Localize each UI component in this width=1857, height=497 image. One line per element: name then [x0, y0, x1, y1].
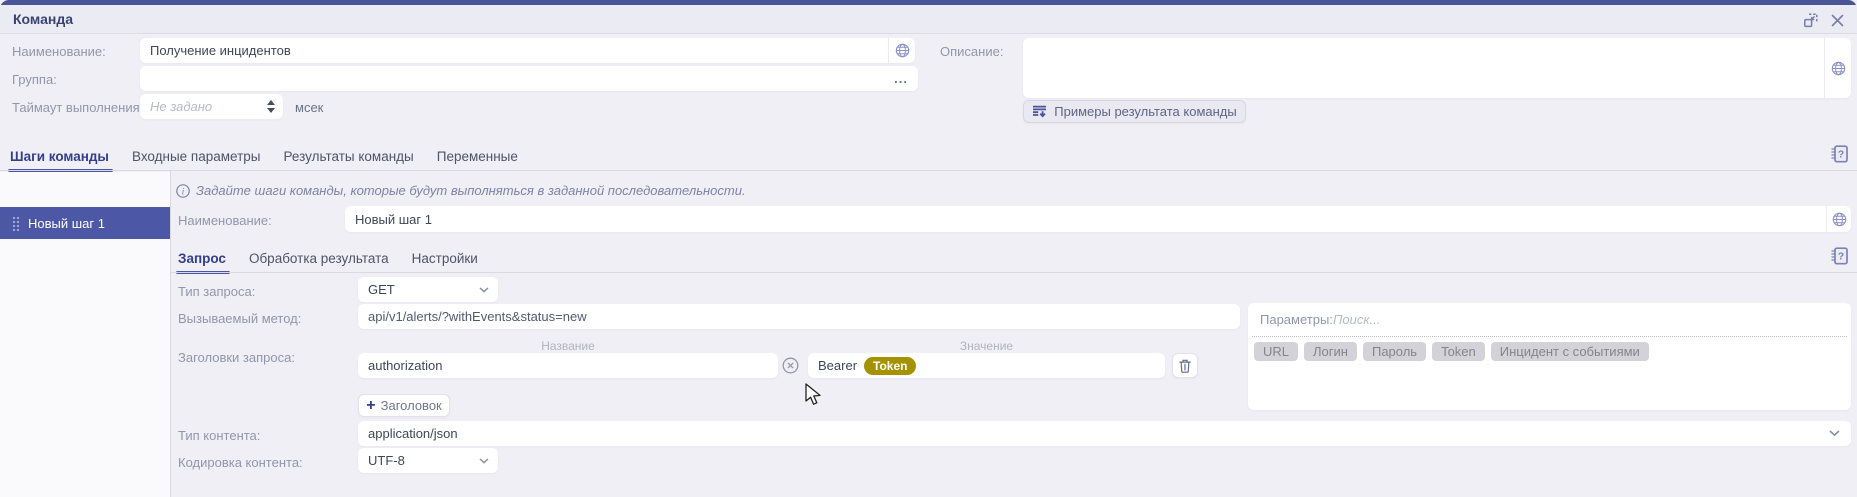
tab-request[interactable]: Запрос: [178, 251, 226, 270]
restore-window-icon[interactable]: [1801, 10, 1821, 30]
chevron-down-icon: [1829, 430, 1840, 437]
encoding-label: Кодировка контента:: [178, 455, 303, 470]
param-chip-password[interactable]: Пароль: [1363, 342, 1426, 361]
steps-list: Новый шаг 1: [0, 172, 170, 497]
param-chip-url[interactable]: URL: [1254, 342, 1298, 361]
globe-icon[interactable]: [1824, 38, 1851, 98]
timeout-unit: мсек: [295, 100, 323, 115]
timeout-placeholder: Не задано: [140, 99, 212, 114]
content-type-select[interactable]: application/json: [358, 421, 1851, 446]
params-chips: URL Логин Пароль Token Инцидент с событи…: [1254, 342, 1649, 361]
number-spinner[interactable]: [267, 100, 275, 113]
param-chip-token[interactable]: Token: [1432, 342, 1485, 361]
step-name-input[interactable]: Новый шаг 1: [345, 206, 1851, 232]
header-value-input[interactable]: Bearer Token: [808, 353, 1165, 378]
step-name-value: Новый шаг 1: [345, 212, 432, 227]
description-textarea[interactable]: [1023, 38, 1851, 98]
step-tabs: Запрос Обработка результата Настройки: [178, 248, 478, 270]
group-input[interactable]: ...: [140, 66, 918, 91]
step-name-label: Наименование:: [178, 213, 272, 228]
steps-hint-text: Задайте шаги команды, которые будут выпо…: [196, 183, 746, 198]
help-icon[interactable]: ?: [1831, 247, 1848, 270]
params-label: Параметры:: [1260, 312, 1333, 327]
command-dialog: Команда Наименование: Получение инцидент…: [0, 0, 1857, 497]
add-header-button[interactable]: + Заголовок: [358, 394, 450, 417]
params-divider: [1252, 336, 1847, 337]
close-icon[interactable]: [1827, 10, 1847, 30]
tab-variables[interactable]: Переменные: [437, 149, 518, 168]
tab-command-results[interactable]: Результаты команды: [284, 149, 414, 168]
group-label: Группа:: [12, 72, 57, 87]
tab-result-processing[interactable]: Обработка результата: [249, 251, 389, 270]
request-headers-label: Заголовки запроса:: [178, 350, 295, 365]
step-item-label: Новый шаг 1: [28, 216, 105, 231]
header-name-value: authorization: [358, 358, 442, 373]
header-name-input[interactable]: authorization: [358, 353, 778, 378]
main-tabs: Шаги команды Входные параметры Результат…: [10, 146, 518, 168]
add-header-label: Заголовок: [381, 398, 442, 413]
params-panel: Параметры: Поиск... URL Логин Пароль Tok…: [1248, 303, 1851, 410]
mouse-cursor: [804, 383, 823, 412]
info-icon: i: [176, 184, 190, 198]
panel-divider: [170, 171, 171, 497]
globe-icon[interactable]: [888, 38, 915, 63]
result-examples-label: Примеры результата команды: [1054, 104, 1236, 119]
content-type-label: Тип контента:: [178, 428, 260, 443]
header-value-column: Значение: [808, 339, 1165, 353]
help-icon[interactable]: ?: [1831, 145, 1848, 168]
encoding-select[interactable]: UTF-8: [358, 448, 498, 473]
group-picker-ellipsis[interactable]: ...: [894, 71, 908, 86]
chevron-down-icon: [479, 287, 489, 293]
plus-icon: +: [366, 398, 375, 414]
window-title: Команда: [13, 11, 73, 27]
timeout-input[interactable]: Не задано: [140, 94, 283, 119]
svg-text:i: i: [182, 187, 185, 197]
command-name-value: Получение инцидентов: [140, 43, 291, 58]
tab-input-params[interactable]: Входные параметры: [132, 149, 261, 168]
step-tabs-separator: [171, 272, 1857, 273]
delete-header-button[interactable]: [1172, 353, 1198, 378]
trash-icon: [1179, 359, 1191, 373]
content-type-value: application/json: [358, 426, 458, 441]
param-chip-incident[interactable]: Инцидент с событиями: [1491, 342, 1649, 361]
steps-hint: i Задайте шаги команды, которые будут вы…: [176, 183, 746, 198]
svg-text:?: ?: [1838, 149, 1844, 161]
step-list-item-selected[interactable]: Новый шаг 1: [0, 207, 170, 239]
tab-settings[interactable]: Настройки: [412, 251, 478, 270]
method-label: Вызываемый метод:: [178, 311, 301, 326]
drag-handle-icon[interactable]: [13, 217, 15, 219]
result-examples-icon: [1032, 105, 1047, 119]
request-type-select[interactable]: GET: [358, 277, 498, 302]
encoding-value: UTF-8: [358, 453, 405, 468]
result-examples-button[interactable]: Примеры результата команды: [1023, 100, 1246, 123]
param-chip-login[interactable]: Логин: [1304, 342, 1357, 361]
title-bar: Команда: [0, 5, 1857, 34]
svg-text:?: ?: [1838, 251, 1844, 263]
header-value-prefix: Bearer: [808, 358, 857, 373]
request-type-label: Тип запроса:: [178, 284, 255, 299]
params-search-input[interactable]: Поиск...: [1333, 312, 1380, 327]
chevron-down-icon: [479, 458, 489, 464]
header-name-column: Название: [358, 339, 778, 353]
request-type-value: GET: [358, 282, 395, 297]
tab-command-steps[interactable]: Шаги команды: [10, 149, 109, 168]
description-label: Описание:: [940, 44, 1003, 59]
method-input[interactable]: api/v1/alerts/?withEvents&status=new: [358, 304, 1240, 329]
token-chip[interactable]: Token: [864, 357, 916, 375]
command-name-input[interactable]: Получение инцидентов: [140, 38, 915, 63]
timeout-label: Таймаут выполнения:: [12, 100, 143, 115]
globe-icon[interactable]: [1826, 206, 1851, 232]
tabs-separator: [0, 170, 1857, 171]
clear-field-icon[interactable]: [782, 357, 799, 379]
command-name-label: Наименование:: [12, 44, 106, 59]
method-value: api/v1/alerts/?withEvents&status=new: [358, 309, 587, 324]
